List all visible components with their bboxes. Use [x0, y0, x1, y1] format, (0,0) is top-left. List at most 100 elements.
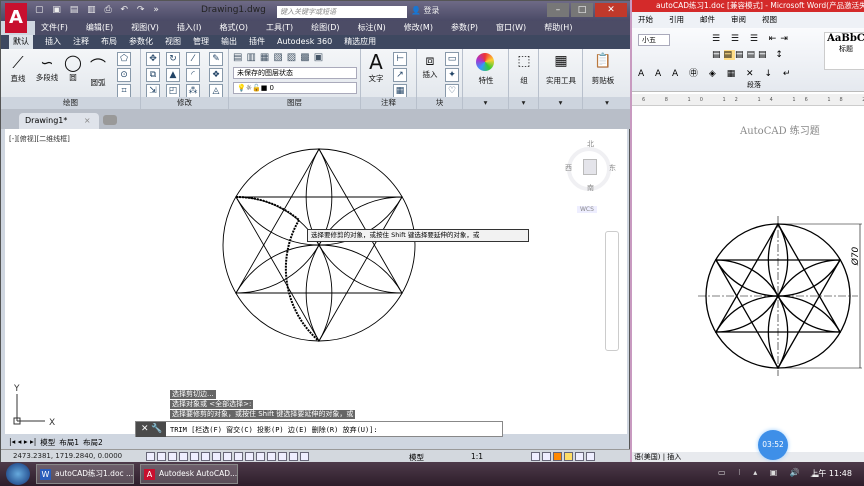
- menu-insert[interactable]: 插入(I): [177, 21, 202, 35]
- viewcube-top-face[interactable]: [583, 159, 597, 175]
- word-tab-mailings[interactable]: 邮件: [700, 12, 715, 28]
- arc-tool[interactable]: ⌒ 圆弧: [87, 53, 109, 88]
- alignment-buttons[interactable]: ▤▤▤▤▤ ↕: [712, 50, 786, 60]
- maximize-button[interactable]: □: [571, 3, 593, 17]
- customize-wrench-icon[interactable]: 🔧: [151, 424, 162, 434]
- create-block-icon[interactable]: ▭: [445, 52, 459, 66]
- tab-plugins[interactable]: 插件: [249, 35, 265, 49]
- word-tab-review[interactable]: 审阅: [731, 12, 746, 28]
- tab-autodesk-360[interactable]: Autodesk 360: [277, 35, 332, 49]
- tab-default[interactable]: 默认: [9, 35, 33, 49]
- search-input[interactable]: 键入关键字或短语: [277, 6, 407, 18]
- layers-panel-label[interactable]: 图层: [229, 97, 360, 109]
- tab-featured-apps[interactable]: 精选应用: [344, 35, 376, 49]
- layer-dropdown[interactable]: 💡☼🔓■ 0: [233, 82, 357, 94]
- word-tab-references[interactable]: 引用: [669, 12, 684, 28]
- word-tab-home[interactable]: 开始: [638, 12, 653, 28]
- menu-draw[interactable]: 绘图(D): [311, 21, 339, 35]
- start-button[interactable]: [6, 463, 30, 485]
- compass-north[interactable]: 北: [587, 139, 594, 149]
- tab-annotate[interactable]: 注释: [73, 35, 89, 49]
- language-status[interactable]: 语(美国): [634, 453, 660, 461]
- word-tab-view[interactable]: 视图: [762, 12, 777, 28]
- block-panel-label[interactable]: 块: [417, 97, 462, 109]
- polyline-tool[interactable]: ∽ 多段线: [33, 53, 61, 83]
- command-line[interactable]: ✕ 🔧 TRIM [栏选(F) 窗交(C) 投影(P) 边(E) 删除(R) 放…: [135, 421, 503, 437]
- list-buttons[interactable]: ☰ ☰ ☰ ⇤⇥: [712, 34, 792, 44]
- tab-view[interactable]: 视图: [165, 35, 181, 49]
- annotation-panel-label[interactable]: 注释: [361, 97, 416, 109]
- line-tool[interactable]: ⟋ 直线: [7, 53, 29, 84]
- offset-icon[interactable]: ◬: [209, 84, 223, 98]
- layout-nav-arrows[interactable]: |◂ ◂ ▸ ▸|: [9, 437, 36, 448]
- dimension-icon[interactable]: ⊢: [393, 52, 407, 66]
- mirror-icon[interactable]: ▲: [166, 68, 180, 82]
- autocad-app-menu-icon[interactable]: A: [5, 3, 27, 33]
- menu-dimension[interactable]: 标注(N): [358, 21, 386, 35]
- leader-icon[interactable]: ↗: [393, 68, 407, 82]
- taskbar-word[interactable]: WautoCAD练习1.doc ...: [36, 464, 134, 484]
- close-button[interactable]: ✕: [595, 3, 627, 17]
- array-icon[interactable]: ⁂: [186, 84, 200, 98]
- compass-south[interactable]: 南: [587, 183, 594, 193]
- menu-window[interactable]: 窗口(W): [496, 21, 526, 35]
- utilities-panel-expand[interactable]: ▾: [539, 97, 582, 109]
- annotation-scale[interactable]: 1:1: [471, 452, 483, 461]
- compass-west[interactable]: 西: [565, 163, 572, 173]
- tab-output[interactable]: 输出: [221, 35, 237, 49]
- menu-format[interactable]: 格式(O): [219, 21, 248, 35]
- rotate-icon[interactable]: ↻: [166, 52, 180, 66]
- trim-icon[interactable]: ⁄: [186, 52, 200, 66]
- clock[interactable]: 上午 11:48: [810, 468, 852, 479]
- clipboard-panel[interactable]: 📋 剪贴板 ▾: [583, 49, 631, 109]
- quick-access-toolbar[interactable]: ▢ ▣ ▤ ▥ ⎙ ↶ ↷ »: [35, 5, 162, 15]
- edit-block-icon[interactable]: ✦: [445, 68, 459, 82]
- menu-parametric[interactable]: 参数(P): [451, 21, 478, 35]
- close-tab-icon[interactable]: ×: [84, 116, 91, 125]
- properties-panel[interactable]: 特性 ▾: [463, 49, 509, 109]
- tab-manage[interactable]: 管理: [193, 35, 209, 49]
- menu-file[interactable]: 文件(F): [41, 21, 68, 35]
- text-tool[interactable]: A 文字: [365, 51, 387, 84]
- minimize-button[interactable]: –: [547, 3, 569, 17]
- doc-tab-drawing1[interactable]: Drawing1* ×: [19, 113, 99, 129]
- menu-view[interactable]: 视图(V): [131, 21, 159, 35]
- ucs-dropdown[interactable]: WCS: [577, 206, 597, 213]
- taskbar-autocad[interactable]: A Autodesk AutoCAD...: [140, 464, 238, 484]
- clipboard-panel-expand[interactable]: ▾: [583, 97, 631, 109]
- fillet-icon[interactable]: ◜: [186, 68, 200, 82]
- group-panel-expand[interactable]: ▾: [509, 97, 538, 109]
- font-size-dropdown[interactable]: 小五: [638, 34, 670, 46]
- close-command-icon[interactable]: ✕: [141, 424, 149, 434]
- tab-insert[interactable]: 插入: [45, 35, 61, 49]
- new-tab-button[interactable]: [103, 115, 117, 125]
- system-tray-icons[interactable]: ▭ ⁝ ▴ ▣ 🔊 ▂: [718, 468, 824, 477]
- menu-edit[interactable]: 编辑(E): [86, 21, 113, 35]
- tab-layout1[interactable]: 布局1: [59, 437, 79, 448]
- compass-east[interactable]: 东: [609, 163, 616, 173]
- recording-timer[interactable]: 03:52: [758, 430, 788, 460]
- copy-icon[interactable]: ⧉: [146, 68, 160, 82]
- move-icon[interactable]: ✥: [146, 52, 160, 66]
- menu-help[interactable]: 帮助(H): [544, 21, 572, 35]
- menu-tools[interactable]: 工具(T): [266, 21, 293, 35]
- scale-icon[interactable]: ◰: [166, 84, 180, 98]
- menu-modify[interactable]: 修改(M): [404, 21, 433, 35]
- workspace-toggles[interactable]: [531, 452, 595, 461]
- table-icon[interactable]: ▦: [393, 84, 407, 98]
- tab-parametric[interactable]: 参数化: [129, 35, 153, 49]
- draw-panel-label[interactable]: 绘图: [1, 97, 140, 109]
- properties-panel-expand[interactable]: ▾: [463, 97, 508, 109]
- polygon-icon[interactable]: ⬠: [117, 52, 131, 66]
- drafting-toggles[interactable]: [146, 452, 309, 461]
- modify-panel-label[interactable]: 修改: [141, 97, 228, 109]
- erase-icon[interactable]: ✎: [209, 52, 223, 66]
- utilities-panel[interactable]: ▦ 实用工具 ▾: [539, 49, 583, 109]
- login-button[interactable]: 👤 登录: [411, 5, 440, 16]
- ellipse-icon[interactable]: ⊙: [117, 68, 131, 82]
- circle-tool[interactable]: ◯ 圆: [63, 53, 83, 83]
- hatch-icon[interactable]: ⌗: [117, 84, 131, 98]
- group-panel[interactable]: ⬚ 组 ▾: [509, 49, 539, 109]
- explode-icon[interactable]: ❖: [209, 68, 223, 82]
- layer-tools-icons[interactable]: ▤▥▦▧▨▩▣: [233, 52, 327, 63]
